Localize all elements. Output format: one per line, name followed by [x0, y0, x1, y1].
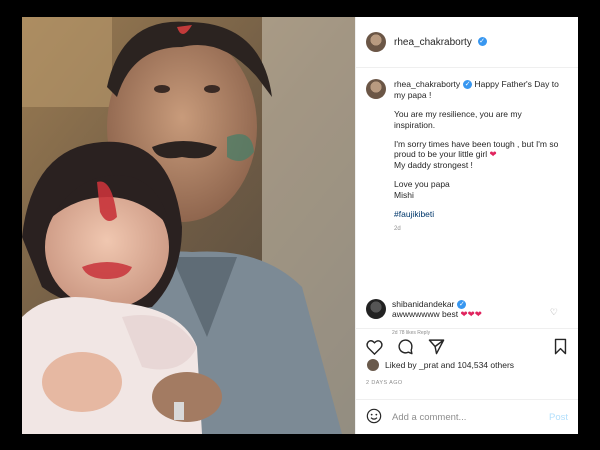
caption-line-3a: I'm sorry times have been tough , but I'… [394, 138, 559, 160]
liker-username[interactable]: _prat [419, 360, 438, 370]
header-username-text[interactable]: rhea_chakraborty [394, 37, 472, 48]
caption-line-4a: Love you papa [394, 179, 450, 190]
photo-image [22, 17, 355, 434]
caption-block: rhea_chakraborty ✓ Happy Father's Day to … [366, 79, 572, 233]
caption-line-4b: Mishi [394, 190, 414, 200]
verified-icon: ✓ [463, 80, 473, 90]
caption-line-3b: My daddy strongest ! [394, 160, 473, 171]
caption-paragraph-3: I'm sorry times have been tough , but I'… [394, 139, 564, 172]
comment-like-heart-icon[interactable]: ♡ [550, 307, 558, 318]
comment-avatar[interactable] [366, 299, 386, 319]
caption-username[interactable]: rhea_chakraborty [394, 79, 460, 89]
caption-paragraph-4: Love you papa Mishi [394, 179, 564, 201]
comment-text: awwwwwww best [392, 309, 459, 320]
likes-count[interactable]: 104,534 [457, 360, 488, 370]
share-icon[interactable] [428, 338, 445, 355]
caption-time: 2d [394, 225, 401, 232]
verified-icon: ✓ [477, 37, 487, 47]
bookmark-icon[interactable] [553, 338, 568, 355]
post-comment-button[interactable]: Post [549, 412, 568, 423]
verified-icon: ✓ [457, 300, 467, 310]
caption-paragraph-1: rhea_chakraborty ✓ Happy Father's Day to … [394, 79, 564, 101]
post-header: rhea_chakraborty ✓ [356, 17, 578, 68]
comment-input[interactable]: Add a comment... [392, 412, 549, 423]
post-date[interactable]: 2 DAYS AGO [366, 380, 403, 386]
likes-prefix: Liked by [385, 360, 420, 370]
emoji-icon[interactable] [366, 408, 382, 427]
add-comment-bar: Add a comment... Post [356, 399, 578, 434]
comment-hearts: ❤❤❤ [460, 309, 482, 320]
hashtag-link[interactable]: #faujikibeti [394, 209, 564, 220]
caption-paragraph-2: You are my resilience, you are my inspir… [394, 108, 522, 130]
likes-summary: Liked by _prat and 104,534 others [366, 358, 572, 372]
post-side-panel: rhea_chakraborty ✓ rhea_chakraborty ✓ Hap… [355, 17, 578, 434]
avatar[interactable] [366, 32, 386, 52]
heart-icon[interactable] [366, 339, 383, 355]
instagram-post: rhea_chakraborty ✓ rhea_chakraborty ✓ Hap… [22, 17, 578, 434]
caption-avatar[interactable] [366, 79, 386, 99]
likes-mid: and [438, 360, 458, 370]
header-username[interactable]: rhea_chakraborty ✓ [394, 37, 487, 48]
heart-emoji-icon: ❤ [489, 149, 497, 160]
comment-username[interactable]: shibanidandekar [392, 299, 454, 309]
likes-suffix: others [488, 360, 515, 370]
liker-avatar[interactable] [366, 358, 380, 372]
comment-icon[interactable] [397, 338, 414, 355]
post-photo[interactable] [22, 17, 355, 434]
